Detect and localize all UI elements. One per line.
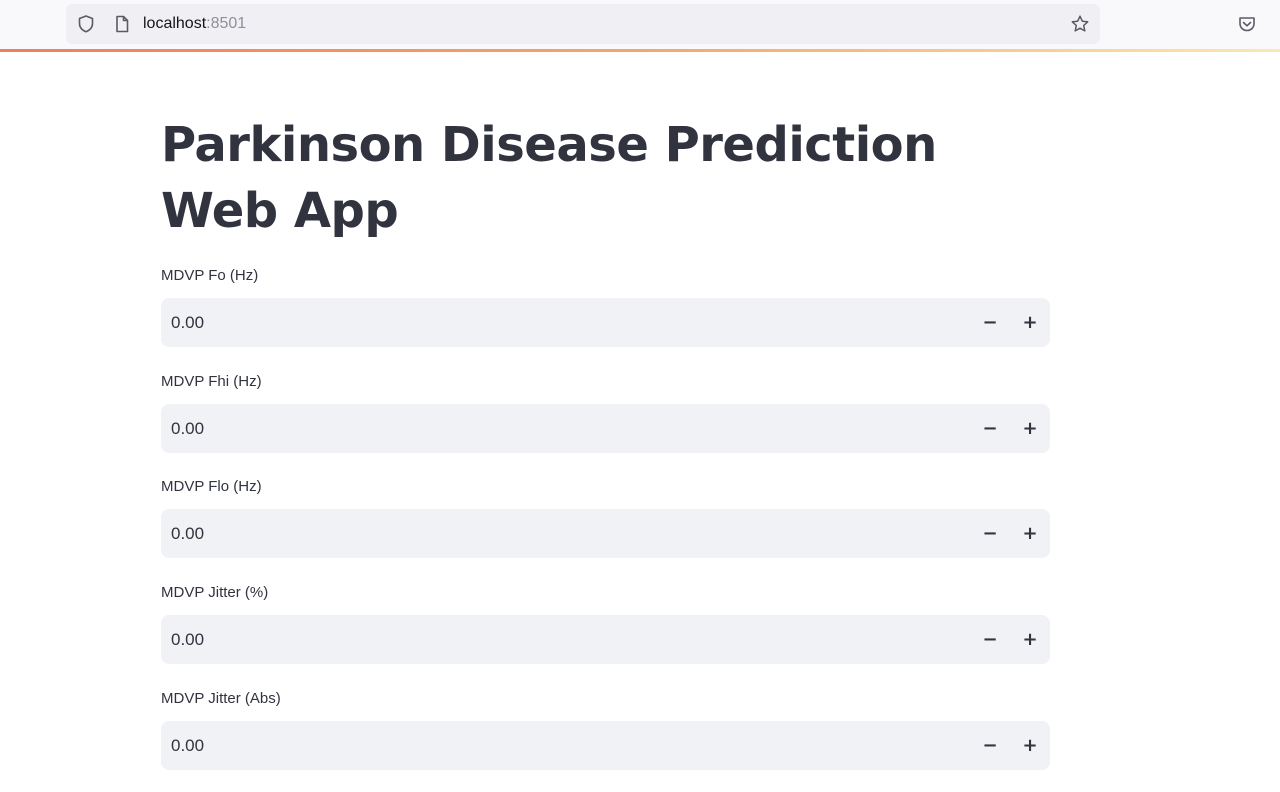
star-icon[interactable] (1070, 14, 1090, 34)
decrement-button[interactable]: − (970, 509, 1010, 558)
url-host: localhost (143, 15, 207, 32)
number-input-container: − + (161, 509, 1050, 558)
decrement-button[interactable]: − (970, 615, 1010, 664)
field-mdvp-flo: MDVP Flo (Hz) − + (161, 477, 1050, 573)
number-input-container: − + (161, 298, 1050, 347)
field-mdvp-jitter-percent: MDVP Jitter (%) − + (161, 583, 1050, 679)
number-input[interactable] (161, 615, 941, 664)
decrement-button[interactable]: − (970, 298, 1010, 347)
number-input[interactable] (161, 404, 941, 453)
decrement-button[interactable]: − (970, 721, 1010, 770)
field-mdvp-fhi: MDVP Fhi (Hz) − + (161, 372, 1050, 468)
field-label: MDVP Fo (Hz) (161, 267, 259, 284)
field-label: MDVP Flo (Hz) (161, 478, 262, 495)
number-input[interactable] (161, 721, 941, 770)
url-text[interactable]: localhost:8501 (143, 15, 246, 33)
number-input-container: − + (161, 721, 1050, 770)
field-label: MDVP Jitter (Abs) (161, 690, 281, 707)
increment-button[interactable]: + (1010, 721, 1050, 770)
decrement-button[interactable]: − (970, 404, 1010, 453)
shield-icon[interactable] (76, 14, 96, 34)
increment-button[interactable]: + (1010, 298, 1050, 347)
address-bar[interactable]: localhost:8501 (66, 4, 1100, 44)
page-title: Parkinson Disease Prediction Web App (161, 117, 937, 239)
number-input-container: − + (161, 404, 1050, 453)
increment-button[interactable]: + (1010, 404, 1050, 453)
field-label: MDVP Fhi (Hz) (161, 373, 262, 390)
number-input[interactable] (161, 298, 941, 347)
pocket-icon[interactable] (1237, 14, 1257, 34)
field-label: MDVP Jitter (%) (161, 584, 269, 601)
page-loading-bar (0, 49, 1280, 52)
page-icon[interactable] (112, 14, 132, 34)
number-input[interactable] (161, 509, 941, 558)
browser-toolbar: localhost:8501 (0, 0, 1280, 49)
field-mdvp-jitter-abs: MDVP Jitter (Abs) − + (161, 689, 1050, 785)
url-port: :8501 (206, 15, 247, 32)
increment-button[interactable]: + (1010, 615, 1050, 664)
increment-button[interactable]: + (1010, 509, 1050, 558)
number-input-container: − + (161, 615, 1050, 664)
field-mdvp-fo: MDVP Fo (Hz) − + (161, 266, 1050, 362)
